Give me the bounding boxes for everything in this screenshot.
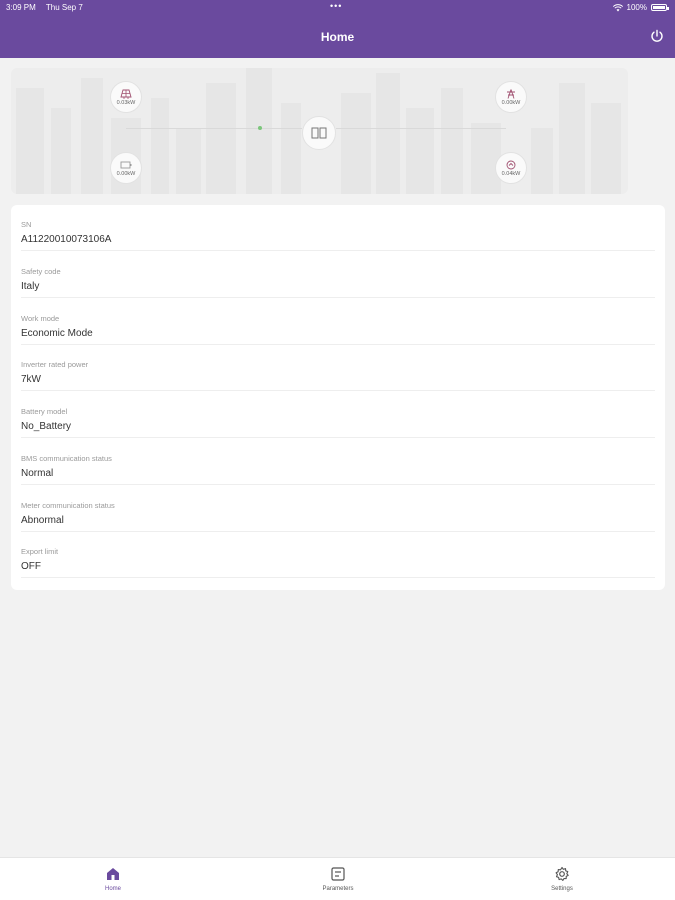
info-label: Meter communication status xyxy=(21,501,115,510)
info-value: Abnormal xyxy=(21,515,64,526)
battery-node[interactable]: 0.00kW xyxy=(110,152,142,184)
power-icon[interactable] xyxy=(649,28,665,44)
grid-tower-icon xyxy=(507,88,515,99)
tab-parameters[interactable]: Parameters xyxy=(298,866,378,892)
inverter-node[interactable] xyxy=(302,116,336,150)
status-date: Thu Sep 7 xyxy=(45,3,83,12)
info-label: BMS communication status xyxy=(21,454,112,463)
info-row-sn: SN A11220010073106A xyxy=(21,205,655,251)
battery-icon xyxy=(651,4,669,11)
solar-panel-icon xyxy=(120,89,132,99)
multitasking-dots-icon[interactable]: ••• xyxy=(330,1,342,11)
info-row-battery-model: Battery model No_Battery xyxy=(21,392,655,438)
info-value: 7kW xyxy=(21,374,41,385)
load-flow-line xyxy=(336,128,506,129)
flow-indicator-dot xyxy=(258,126,262,130)
battery-power-value: 0.00kW xyxy=(116,170,136,177)
info-value: Normal xyxy=(21,468,54,479)
info-value: A11220010073106A xyxy=(21,234,112,245)
tab-label: Settings xyxy=(551,886,573,892)
bottom-tab-bar: Home Parameters Settings xyxy=(0,857,675,900)
status-bar: 3:09 PM Thu Sep 7 ••• 100% xyxy=(0,0,675,14)
pv-power-value: 0.03kW xyxy=(116,99,136,106)
page-title: Home xyxy=(320,30,355,44)
energy-flow-card: 0.03kW 0.00kW 0.00kW 0.04kW xyxy=(11,68,628,194)
battery-percentage: 100% xyxy=(626,3,647,12)
house-load-icon xyxy=(506,160,516,169)
parameters-icon xyxy=(331,867,345,881)
pv-node[interactable]: 0.03kW xyxy=(110,81,142,113)
info-label: Inverter rated power xyxy=(21,360,89,369)
device-info-card: SN A11220010073106A Safety code Italy Wo… xyxy=(11,205,665,590)
info-row-rated-power: Inverter rated power 7kW xyxy=(21,345,655,391)
home-icon xyxy=(107,868,119,880)
load-node[interactable]: 0.04kW xyxy=(495,152,527,184)
grid-power-value: 0.00kW xyxy=(501,99,521,106)
info-label: Export limit xyxy=(21,547,59,556)
wifi-icon xyxy=(612,3,623,11)
info-row-export-limit: Export limit OFF xyxy=(21,532,655,578)
info-label: Safety code xyxy=(21,267,61,276)
battery-storage-icon xyxy=(120,161,132,168)
tab-settings[interactable]: Settings xyxy=(522,866,602,892)
info-value: No_Battery xyxy=(21,421,72,432)
pv-flow-line xyxy=(126,128,302,129)
info-label: SN xyxy=(21,220,32,229)
grid-node[interactable]: 0.00kW xyxy=(495,81,527,113)
info-row-work-mode: Work mode Economic Mode xyxy=(21,299,655,345)
gear-icon xyxy=(555,866,569,881)
info-row-safety-code: Safety code Italy xyxy=(21,252,655,298)
info-row-bms-status: BMS communication status Normal xyxy=(21,439,655,485)
load-power-value: 0.04kW xyxy=(501,170,521,177)
tab-label: Parameters xyxy=(322,886,354,892)
inverter-icon xyxy=(311,127,327,139)
tab-home[interactable]: Home xyxy=(73,866,153,892)
info-label: Battery model xyxy=(21,407,68,416)
info-row-meter-status: Meter communication status Abnormal xyxy=(21,486,655,532)
info-value: Italy xyxy=(21,281,40,292)
tab-label: Home xyxy=(104,886,121,892)
info-value: OFF xyxy=(21,561,41,572)
info-value: Economic Mode xyxy=(21,328,93,339)
info-label: Work mode xyxy=(21,314,60,323)
status-time: 3:09 PM xyxy=(6,3,36,12)
header-bar: 3:09 PM Thu Sep 7 ••• 100% Home xyxy=(0,0,675,58)
